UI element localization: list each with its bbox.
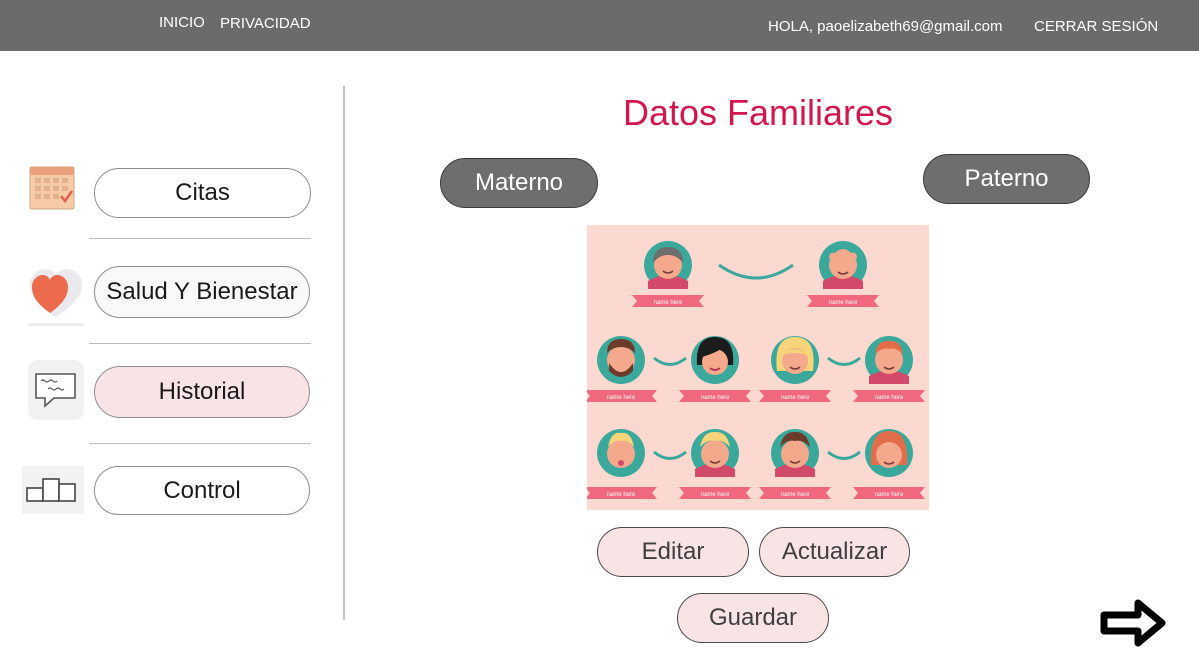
update-button[interactable]: Actualizar — [759, 527, 910, 577]
heart-icon — [28, 269, 84, 326]
sidebar-divider — [89, 343, 311, 344]
nav-link-privacidad[interactable]: PRIVACIDAD — [220, 15, 311, 32]
avatar-child-2 — [691, 429, 739, 477]
avatar-child-3 — [771, 429, 819, 477]
tree-caption: name here — [781, 492, 810, 498]
avatar-grandmother — [644, 241, 692, 289]
materno-button[interactable]: Materno — [440, 158, 598, 208]
avatar-child-4 — [865, 429, 913, 477]
avatar-grandfather — [819, 241, 867, 289]
calendar-icon — [29, 166, 75, 210]
bar-chart-icon — [22, 466, 84, 514]
tree-caption: name here — [654, 300, 683, 306]
user-greeting: HOLA, paoelizabeth69@gmail.com — [768, 18, 1003, 35]
sidebar-item-salud-y-bienestar[interactable]: Salud Y Bienestar — [94, 266, 310, 318]
nav-link-inicio[interactable]: INICIO — [159, 14, 205, 31]
next-arrow-icon[interactable] — [1098, 594, 1170, 652]
logout-link[interactable]: CERRAR SESIÓN — [1034, 18, 1158, 35]
avatar-father — [597, 336, 645, 384]
sidebar-item-control[interactable]: Control — [94, 466, 310, 515]
avatar-mother — [691, 336, 739, 384]
sidebar-item-historial[interactable]: Historial — [94, 366, 310, 418]
avatar-child-1 — [597, 429, 645, 477]
paterno-button[interactable]: Paterno — [923, 154, 1090, 204]
tree-caption: name here — [701, 395, 730, 401]
tree-caption: name here — [607, 395, 636, 401]
tree-caption: name here — [875, 395, 904, 401]
tree-caption: name here — [701, 492, 730, 498]
page-title: Datos Familiares — [622, 92, 894, 133]
sidebar-item-citas[interactable]: Citas — [94, 168, 311, 218]
avatar-uncle — [865, 336, 913, 384]
save-button[interactable]: Guardar — [677, 593, 829, 643]
avatar-aunt — [771, 336, 819, 384]
edit-button[interactable]: Editar — [597, 527, 749, 577]
top-nav-bar: INICIO PRIVACIDAD HOLA, paoelizabeth69@g… — [0, 0, 1199, 51]
tree-caption: name here — [781, 395, 810, 401]
vertical-divider — [343, 86, 345, 620]
tree-caption: name here — [875, 492, 904, 498]
tree-caption: name here — [829, 300, 858, 306]
sidebar-divider — [89, 443, 311, 444]
chat-bubble-icon — [28, 360, 84, 420]
family-tree-image: name here name here name here name here … — [587, 225, 929, 510]
tree-caption: name here — [607, 492, 636, 498]
sidebar-divider — [89, 238, 311, 239]
